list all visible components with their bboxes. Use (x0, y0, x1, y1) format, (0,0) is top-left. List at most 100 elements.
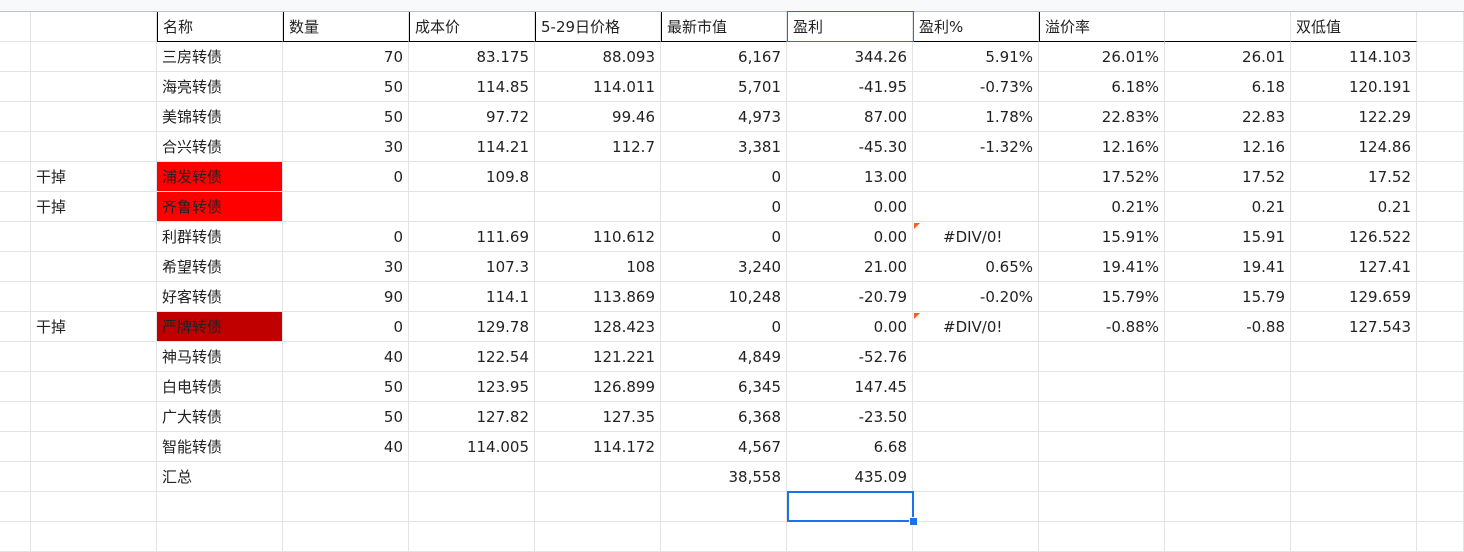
pct-cell[interactable] (913, 522, 1039, 552)
note-cell[interactable] (31, 522, 157, 552)
value-cell[interactable] (661, 522, 787, 552)
value-cell[interactable]: 10,248 (661, 282, 787, 312)
cost-cell[interactable]: 129.78 (409, 312, 535, 342)
header-cell[interactable] (1165, 12, 1291, 42)
extra-cell[interactable]: 17.52 (1165, 162, 1291, 192)
extra-cell[interactable]: 6.18 (1165, 72, 1291, 102)
cost-cell[interactable]: 114.85 (409, 72, 535, 102)
cell-empty[interactable] (0, 72, 31, 102)
note-cell[interactable]: 干掉 (31, 312, 157, 342)
cell-empty[interactable] (0, 12, 31, 42)
bond-name-cell[interactable]: 严牌转债 (157, 312, 283, 342)
note-cell[interactable] (31, 372, 157, 402)
premium-cell[interactable]: 17.52% (1039, 162, 1165, 192)
cell-empty[interactable] (1417, 72, 1464, 102)
cell-empty[interactable] (1417, 492, 1464, 522)
cell-empty[interactable] (1417, 12, 1464, 42)
header-cell[interactable]: 最新市值 (661, 12, 787, 42)
qty-cell[interactable]: 70 (283, 42, 409, 72)
price-cell[interactable]: 128.423 (535, 312, 661, 342)
bond-name-cell[interactable]: 智能转债 (157, 432, 283, 462)
cost-cell[interactable]: 123.95 (409, 372, 535, 402)
extra-cell[interactable] (1165, 402, 1291, 432)
price-cell[interactable]: 113.869 (535, 282, 661, 312)
cell-empty[interactable] (0, 372, 31, 402)
pct-cell[interactable] (913, 162, 1039, 192)
value-cell[interactable]: 4,849 (661, 342, 787, 372)
premium-cell[interactable] (1039, 402, 1165, 432)
cost-cell[interactable]: 83.175 (409, 42, 535, 72)
qty-cell[interactable]: 50 (283, 372, 409, 402)
value-cell[interactable]: 6,368 (661, 402, 787, 432)
value-cell[interactable] (661, 492, 787, 522)
pct-cell[interactable]: #DIV/0! (913, 312, 1039, 342)
comment-flag-icon[interactable] (914, 313, 920, 319)
profit-cell[interactable]: 344.26 (787, 42, 913, 72)
pct-cell[interactable]: #DIV/0! (913, 222, 1039, 252)
pct-cell[interactable] (913, 432, 1039, 462)
value-cell[interactable]: 0 (661, 192, 787, 222)
cell-empty[interactable] (0, 162, 31, 192)
note-cell[interactable] (31, 42, 157, 72)
extra-cell[interactable] (1165, 522, 1291, 552)
price-cell[interactable] (535, 162, 661, 192)
pct-cell[interactable] (913, 402, 1039, 432)
bond-name-cell[interactable]: 海亮转债 (157, 72, 283, 102)
value-cell[interactable]: 5,701 (661, 72, 787, 102)
dual-cell[interactable]: 17.52 (1291, 162, 1417, 192)
qty-cell[interactable]: 90 (283, 282, 409, 312)
dual-cell[interactable] (1291, 522, 1417, 552)
premium-cell[interactable]: 0.21% (1039, 192, 1165, 222)
cost-cell[interactable]: 127.82 (409, 402, 535, 432)
note-cell[interactable] (31, 462, 157, 492)
bond-name-cell[interactable]: 美锦转债 (157, 102, 283, 132)
cost-cell[interactable] (409, 522, 535, 552)
extra-cell[interactable]: 12.16 (1165, 132, 1291, 162)
cell-empty[interactable] (0, 42, 31, 72)
pct-cell[interactable] (913, 462, 1039, 492)
bond-name-cell[interactable]: 浦发转债 (157, 162, 283, 192)
cell-empty[interactable] (0, 282, 31, 312)
cell-empty[interactable] (0, 522, 31, 552)
cell-empty[interactable] (0, 102, 31, 132)
qty-cell[interactable] (283, 462, 409, 492)
cell-empty[interactable] (1417, 162, 1464, 192)
cell-empty[interactable] (0, 492, 31, 522)
column-header-strip[interactable] (0, 0, 1464, 12)
value-cell[interactable]: 0 (661, 222, 787, 252)
price-cell[interactable]: 121.221 (535, 342, 661, 372)
cost-cell[interactable]: 111.69 (409, 222, 535, 252)
cell-empty[interactable] (0, 312, 31, 342)
cost-cell[interactable]: 114.005 (409, 432, 535, 462)
cell-empty[interactable] (0, 222, 31, 252)
cost-cell[interactable] (409, 192, 535, 222)
qty-cell[interactable]: 40 (283, 432, 409, 462)
premium-cell[interactable]: 12.16% (1039, 132, 1165, 162)
price-cell[interactable] (535, 522, 661, 552)
cell-empty[interactable] (1417, 342, 1464, 372)
profit-cell[interactable]: -23.50 (787, 402, 913, 432)
value-cell[interactable]: 3,240 (661, 252, 787, 282)
header-cell[interactable]: 数量 (283, 12, 409, 42)
profit-cell[interactable]: 6.68 (787, 432, 913, 462)
cell-empty[interactable] (1417, 312, 1464, 342)
premium-cell[interactable]: 22.83% (1039, 102, 1165, 132)
cell-empty[interactable] (1417, 102, 1464, 132)
bond-name-cell[interactable]: 合兴转债 (157, 132, 283, 162)
price-cell[interactable]: 127.35 (535, 402, 661, 432)
cost-cell[interactable] (409, 492, 535, 522)
premium-cell[interactable]: 19.41% (1039, 252, 1165, 282)
cell-empty[interactable] (0, 342, 31, 372)
note-cell[interactable] (31, 282, 157, 312)
cell-empty[interactable] (0, 192, 31, 222)
bond-name-cell[interactable]: 白电转债 (157, 372, 283, 402)
profit-cell[interactable]: 435.09 (787, 462, 913, 492)
dual-cell[interactable]: 126.522 (1291, 222, 1417, 252)
cost-cell[interactable]: 109.8 (409, 162, 535, 192)
cell-empty[interactable] (1417, 372, 1464, 402)
profit-cell[interactable]: -52.76 (787, 342, 913, 372)
pct-cell[interactable]: 0.65% (913, 252, 1039, 282)
dual-cell[interactable]: 122.29 (1291, 102, 1417, 132)
extra-cell[interactable]: 22.83 (1165, 102, 1291, 132)
qty-cell[interactable]: 50 (283, 102, 409, 132)
